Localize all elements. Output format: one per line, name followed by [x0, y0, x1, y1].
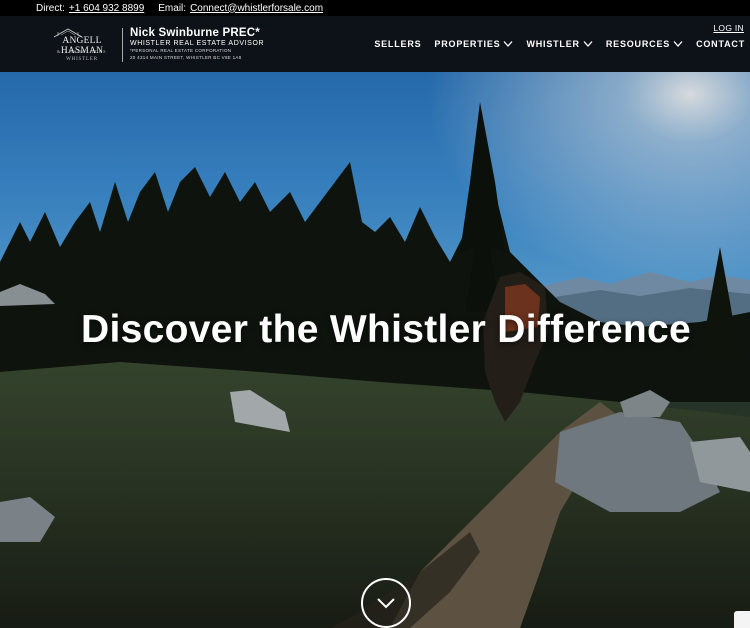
main-nav: SELLERS PROPERTIES WHISTLER RESOURCES CO… [374, 39, 745, 49]
site-header: ANGELL HASMAN & ASSOCIATES WHISTLER Nick… [0, 16, 750, 72]
nav-item-contact[interactable]: CONTACT [696, 39, 745, 49]
nav-label: WHISTLER [526, 39, 580, 49]
logo-divider [122, 28, 123, 62]
direct-label: Direct: [36, 2, 65, 14]
agent-name: Nick Swinburne PREC* [130, 27, 260, 39]
agent-address: 20 4314 MAIN STREET, WHISTLER BC V8E 1A8 [130, 55, 242, 60]
email-label: Email: [158, 2, 187, 14]
nav-label: RESOURCES [605, 39, 671, 49]
nav-label: CONTACT [696, 39, 745, 49]
email-link[interactable]: Connect@whistlerforsale.com [190, 3, 323, 14]
agent-block[interactable]: Nick Swinburne PREC* WHISTLER REAL ESTAT… [130, 27, 264, 60]
hero-title: Discover the Whistler Difference [81, 308, 691, 351]
agent-corporation: *PERSONAL REAL ESTATE CORPORATION [130, 48, 232, 53]
nav-item-resources[interactable]: RESOURCES [606, 39, 683, 49]
nav-item-whistler[interactable]: WHISTLER [526, 39, 593, 49]
scroll-down-button[interactable] [361, 578, 411, 628]
agent-role: WHISTLER REAL ESTATE ADVISOR [130, 40, 265, 47]
nav-label: SELLERS [374, 39, 422, 49]
nav-item-properties[interactable]: PROPERTIES [434, 39, 513, 49]
direct-phone-group: Direct: +1 604 932 8899 [36, 3, 144, 14]
chevron-down-icon [583, 41, 593, 47]
nav-label: PROPERTIES [434, 39, 501, 49]
login-link[interactable]: LOG IN [713, 23, 744, 33]
chevron-down-icon [377, 598, 395, 609]
brokerage-town: WHISTLER [66, 57, 98, 62]
nav-item-sellers[interactable]: SELLERS [374, 39, 421, 49]
direct-phone-link[interactable]: +1 604 932 8899 [69, 3, 144, 14]
top-contact-bar: Direct: +1 604 932 8899 Email: Connect@w… [0, 0, 750, 16]
recaptcha-badge[interactable] [734, 611, 750, 628]
chevron-down-icon [673, 41, 683, 47]
brokerage-subtitle: & ASSOCIATES [56, 49, 108, 54]
hero-section: Discover the Whistler Difference [0, 72, 750, 628]
email-group: Email: Connect@whistlerforsale.com [158, 3, 323, 14]
chevron-down-icon [503, 41, 513, 47]
brokerage-logo[interactable]: ANGELL HASMAN & ASSOCIATES WHISTLER [48, 26, 116, 64]
